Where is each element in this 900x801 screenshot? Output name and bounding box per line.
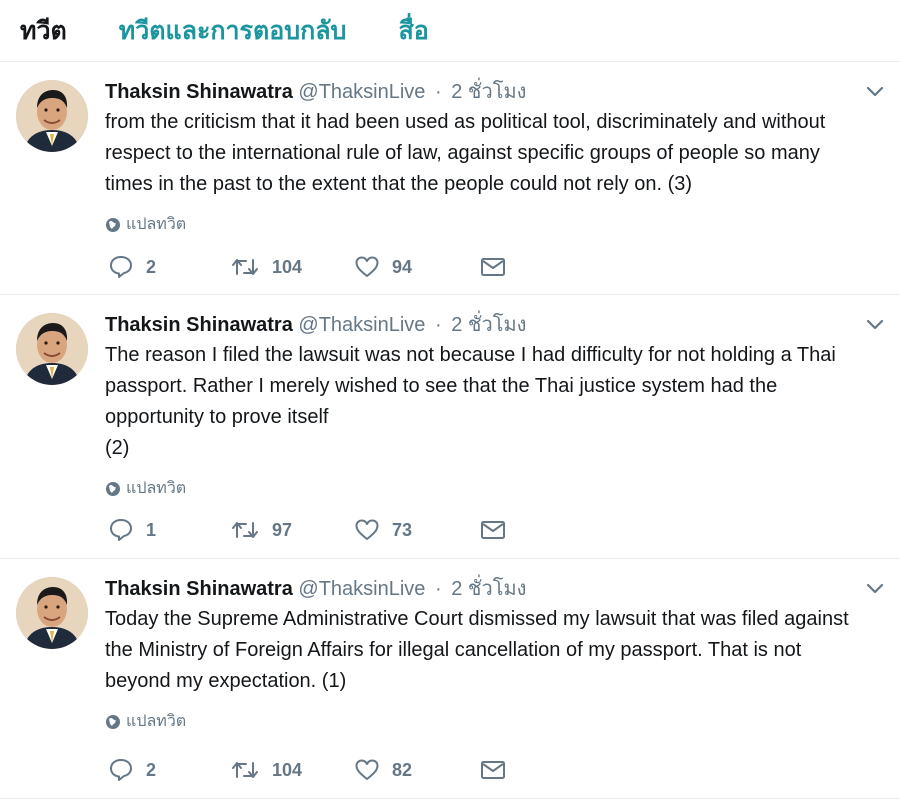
envelope-icon — [481, 521, 505, 539]
direct-message-button[interactable] — [480, 759, 506, 781]
tab-tweets[interactable]: ทวีต — [20, 11, 67, 51]
tweet-timestamp[interactable]: 2 ชั่วโมง — [451, 81, 526, 103]
translate-label: แปลทวิต — [126, 713, 187, 730]
translate-link[interactable]: แปลทวิต — [105, 709, 870, 734]
avatar[interactable] — [16, 577, 88, 649]
reply-count: 1 — [146, 519, 157, 540]
tweet[interactable]: Thaksin Shinawatra @ThaksinLive · 2 ชั่ว… — [0, 295, 900, 559]
avatar[interactable] — [16, 80, 88, 152]
reply-icon — [110, 256, 132, 278]
globe-icon — [106, 481, 120, 496]
envelope-icon — [481, 258, 505, 276]
translate-label: แปลทวิต — [126, 480, 187, 497]
author-handle[interactable]: @ThaksinLive — [298, 578, 425, 600]
retweet-icon — [232, 522, 258, 538]
like-button[interactable]: 82 — [354, 758, 480, 782]
tweet-header: Thaksin Shinawatra @ThaksinLive · 2 ชั่ว… — [105, 314, 527, 336]
tweet-text: Today the Supreme Administrative Court d… — [105, 608, 849, 692]
heart-icon — [355, 759, 379, 780]
reply-count: 2 — [146, 759, 157, 780]
direct-message-button[interactable] — [480, 519, 506, 541]
tweet[interactable]: Thaksin Shinawatra @ThaksinLive · 2 ชั่ว… — [0, 62, 900, 295]
retweet-count: 104 — [272, 759, 303, 780]
translate-link[interactable]: แปลทวิต — [105, 476, 870, 501]
chevron-down-icon[interactable] — [864, 577, 886, 599]
reply-icon — [110, 519, 132, 541]
envelope-icon — [481, 761, 505, 779]
author-name[interactable]: Thaksin Shinawatra — [105, 578, 293, 600]
retweet-icon — [232, 259, 258, 275]
tweet-text: The reason I filed the lawsuit was not b… — [105, 344, 836, 459]
tweet-header: Thaksin Shinawatra @ThaksinLive · 2 ชั่ว… — [105, 578, 527, 600]
author-handle[interactable]: @ThaksinLive — [298, 314, 425, 336]
globe-icon — [106, 217, 120, 232]
author-handle[interactable]: @ThaksinLive — [298, 81, 425, 103]
like-count: 82 — [392, 759, 413, 780]
tweet-header: Thaksin Shinawatra @ThaksinLive · 2 ชั่ว… — [105, 81, 527, 103]
chevron-down-icon[interactable] — [864, 80, 886, 102]
heart-icon — [355, 519, 379, 540]
like-button[interactable]: 73 — [354, 518, 480, 542]
retweet-button[interactable]: 97 — [230, 518, 354, 542]
tab-media[interactable]: สื่อ — [398, 11, 428, 51]
tweet-text: from the criticism that it had been used… — [105, 111, 826, 195]
tweet-timestamp[interactable]: 2 ชั่วโมง — [451, 314, 526, 336]
globe-icon — [106, 714, 120, 729]
retweet-button[interactable]: 104 — [230, 758, 354, 782]
author-name[interactable]: Thaksin Shinawatra — [105, 81, 293, 103]
reply-icon — [110, 759, 132, 781]
tweet[interactable]: Thaksin Shinawatra @ThaksinLive · 2 ชั่ว… — [0, 559, 900, 799]
tweet-actions: 1 97 73 — [108, 515, 506, 545]
reply-button[interactable]: 1 — [108, 517, 230, 543]
reply-button[interactable]: 2 — [108, 254, 230, 280]
tweet-actions: 2 104 82 — [108, 755, 506, 785]
profile-tabs: ทวีต ทวีตและการตอบกลับ สื่อ — [0, 0, 900, 62]
author-name[interactable]: Thaksin Shinawatra — [105, 314, 293, 336]
heart-icon — [355, 256, 379, 277]
retweet-icon — [232, 762, 258, 778]
like-button[interactable]: 94 — [354, 255, 480, 279]
retweet-count: 104 — [272, 256, 303, 277]
reply-count: 2 — [146, 256, 157, 277]
tab-tweets-and-replies[interactable]: ทวีตและการตอบกลับ — [119, 11, 347, 51]
like-count: 94 — [392, 256, 413, 277]
reply-button[interactable]: 2 — [108, 757, 230, 783]
tweet-actions: 2 104 94 — [108, 252, 506, 282]
tweet-timestamp[interactable]: 2 ชั่วโมง — [451, 578, 526, 600]
chevron-down-icon[interactable] — [864, 313, 886, 335]
like-count: 73 — [392, 519, 413, 540]
direct-message-button[interactable] — [480, 256, 506, 278]
translate-label: แปลทวิต — [126, 216, 187, 233]
avatar[interactable] — [16, 313, 88, 385]
retweet-button[interactable]: 104 — [230, 255, 354, 279]
retweet-count: 97 — [272, 519, 293, 540]
translate-link[interactable]: แปลทวิต — [105, 212, 870, 237]
